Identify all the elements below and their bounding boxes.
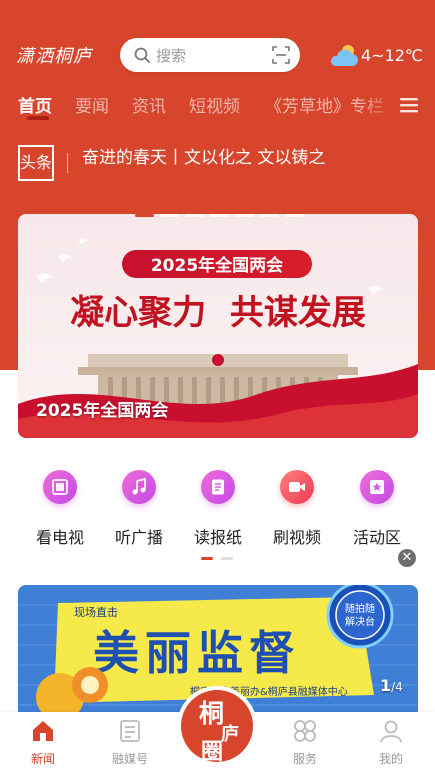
search-icon [134,47,150,63]
close-icon[interactable]: ✕ [398,549,416,567]
tab-info[interactable]: 资讯 [132,92,166,117]
quick-links-page-active [201,557,213,560]
quick-link-video[interactable]: 刷视频 [257,470,337,548]
tab-short-video[interactable]: 短视频 [189,92,240,117]
quick-links: 看电视 听广播 读报纸 刷视频 活动区 [0,470,435,550]
quick-link-label: 听广播 [114,528,163,547]
pagination-dot [185,214,204,217]
nav-label: 我的 [378,752,403,766]
banner-slogan: 凝心聚力 共谋发展 [70,293,366,333]
center-button-char-3: 圈 [201,739,224,765]
top-bar: 潇洒桐庐 搜索 4~12℃ [0,36,435,76]
promo-title: 美丽监督 [93,626,301,680]
services-grid-icon [294,720,316,742]
promo-badge-line1: 随拍随 [345,602,375,615]
center-button-char-2: 庐 [221,724,239,745]
nav-label: 服务 [292,752,317,766]
home-icon [33,721,53,741]
app-logo: 潇洒桐庐 [16,46,92,67]
activity-star-icon [370,480,384,494]
nav-services[interactable]: 服务 [270,718,340,767]
quick-link-label: 看电视 [35,528,84,547]
menu-icon[interactable] [400,96,418,114]
music-note-icon [132,478,146,495]
pagination-dot-active [135,214,154,217]
weather-widget[interactable]: 4~12℃ [328,42,428,70]
quick-link-label: 活动区 [352,528,401,547]
banner-ribbon-text: 2025年全国两会 [151,255,283,276]
headline-badge: 头条 [18,145,54,181]
quick-link-tv[interactable]: 看电视 [20,470,100,548]
media-doc-icon [120,720,140,742]
pagination-dot [235,214,254,217]
cloud-sun-icon [330,45,358,66]
pagination-dot [285,214,304,217]
tabs-fade [360,90,400,122]
tonglu-circle-button[interactable]: 桐 庐 圈 [177,686,257,766]
nav-news[interactable]: 新闻 [8,718,78,767]
quick-links-page [221,557,233,560]
nav-media[interactable]: 融媒号 [95,718,165,767]
headline-divider [67,153,68,173]
promo-tag: 现场直击 [74,605,118,619]
nav-profile[interactable]: 我的 [356,718,426,767]
tv-film-icon [52,479,68,495]
active-tab-indicator [27,116,49,120]
search-bar[interactable]: 搜索 [120,38,300,72]
video-camera-icon [289,482,305,492]
promo-counter: 1/4 [380,676,403,695]
hero-banner[interactable]: 2025年全国两会 凝心聚力 共谋发展 2025年全国两会 [18,214,418,438]
pagination-dot [210,214,229,217]
tab-home[interactable]: 首页 [18,92,52,117]
headline-text: 奋进的春天丨文以化之 文以铸之 [82,148,326,168]
user-icon [380,720,402,743]
newspaper-icon [212,479,224,495]
promo-counter-total: /4 [391,680,403,694]
quick-link-newspaper[interactable]: 读报纸 [178,470,258,548]
weather-temperature: 4~12℃ [361,46,423,65]
banner-caption: 2025年全国两会 [36,401,169,421]
nav-label: 新闻 [30,752,55,766]
promo-counter-current: 1 [380,676,392,695]
promo-badge-line2: 解决台 [345,615,375,628]
quick-link-label: 读报纸 [193,528,242,547]
headline-ticker[interactable]: 头条 奋进的春天丨文以化之 文以铸之 [18,145,418,183]
quick-link-label: 刷视频 [272,528,321,547]
quick-link-activity[interactable]: 活动区 [337,470,417,548]
pagination-dot [160,214,179,217]
search-placeholder: 搜索 [156,47,187,65]
nav-label: 融媒号 [111,752,148,766]
quick-link-radio[interactable]: 听广播 [99,470,179,548]
pagination-dot [260,214,279,217]
tab-news[interactable]: 要闻 [75,92,109,117]
scan-icon[interactable] [272,46,290,64]
